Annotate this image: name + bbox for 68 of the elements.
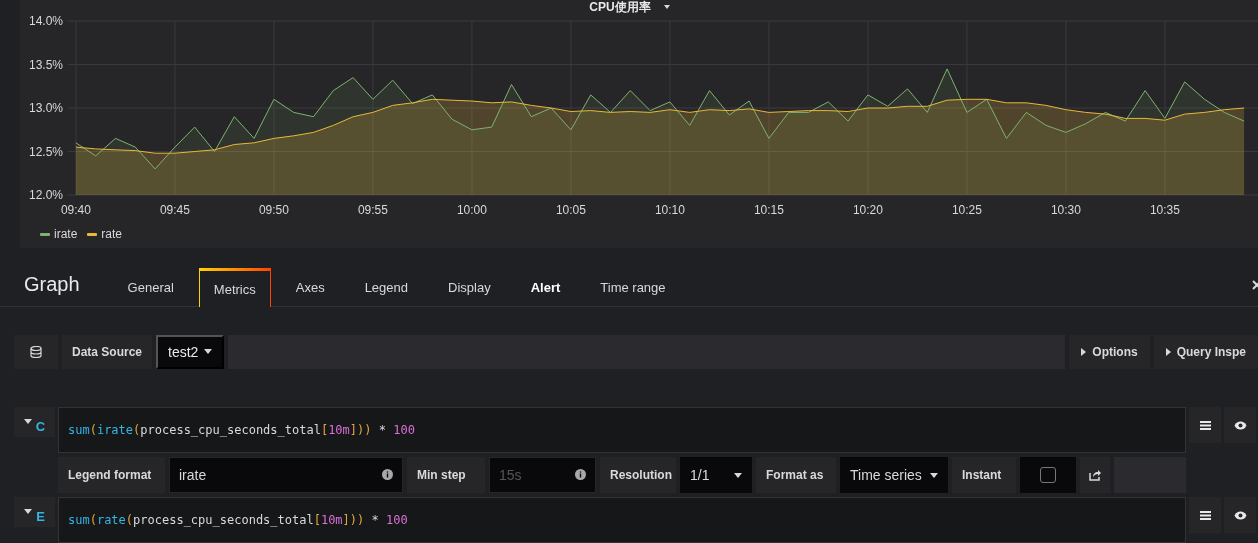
editor-tab[interactable]: Alert [515, 267, 576, 307]
axis-label: 09:40 [60, 203, 91, 217]
eye-button[interactable] [1224, 407, 1256, 443]
chart-title[interactable]: CPU使用率 [589, 0, 651, 14]
axis-label: 12.5% [28, 144, 63, 159]
triangle-icon [1165, 347, 1171, 356]
share-icon [1089, 469, 1101, 481]
menu-button[interactable] [1189, 497, 1221, 533]
axis-label: 09:55 [357, 203, 388, 217]
info-icon[interactable] [382, 469, 393, 480]
share-button[interactable] [1080, 457, 1110, 493]
caret-icon [734, 472, 742, 478]
close-icon[interactable] [1252, 280, 1258, 290]
info-icon[interactable] [575, 469, 586, 480]
editor-tab[interactable]: Time range [585, 267, 681, 307]
field-label: Legend format [58, 457, 165, 493]
field-label: Min step [407, 457, 485, 493]
caret-icon [23, 419, 32, 424]
input-field[interactable]: 15s [489, 457, 596, 493]
axis-label: 14.0% [28, 14, 63, 28]
eye-button[interactable] [1224, 497, 1256, 533]
axis-label: 10:25 [951, 203, 982, 217]
axis-label: 10:35 [1149, 203, 1180, 217]
axis-label: 09:50 [258, 203, 289, 217]
resolution-select[interactable]: 1/1 [680, 457, 752, 493]
field-label: Format as [756, 457, 836, 493]
query-toggle[interactable]: E [14, 497, 55, 527]
axis-label: 12.0% [28, 188, 63, 202]
caret-icon[interactable] [664, 5, 670, 9]
query-editor[interactable]: sum(rate(process_cpu_seconds_total[10m])) * 100 [58, 497, 1186, 543]
legend-label[interactable]: irate [54, 227, 78, 241]
axis-label: 13.5% [28, 57, 63, 72]
menu-icon [1199, 510, 1211, 520]
legend-label[interactable]: rate [101, 227, 123, 241]
editor-tab[interactable]: Axes [280, 267, 340, 307]
axis-label: 10:15 [753, 203, 784, 217]
eye-icon [1233, 420, 1247, 430]
axis-label: 10:10 [654, 203, 685, 217]
menu-icon [1199, 420, 1211, 430]
axis-label: 10:30 [1050, 203, 1081, 217]
axis-label: 13.0% [28, 101, 63, 115]
field-label: Instant [952, 457, 1016, 493]
axis-label: 09:45 [159, 203, 190, 217]
field-label: Resolution [600, 457, 676, 493]
data-source-select[interactable]: test2 [156, 334, 225, 369]
caret-icon [930, 472, 938, 478]
caret-icon [24, 509, 33, 514]
editor-tab[interactable]: Legend [349, 267, 424, 307]
axis-label: 10:05 [555, 203, 586, 217]
editor-title: Graph [23, 271, 81, 297]
axis-label: 10:20 [852, 203, 883, 217]
triangle-icon [1081, 347, 1087, 356]
editor-tab[interactable]: General [112, 267, 189, 307]
input-field[interactable]: irate [169, 457, 403, 493]
editor-tab[interactable]: Display [433, 267, 506, 307]
toolbar-button[interactable]: Options [1069, 334, 1150, 369]
menu-button[interactable] [1189, 407, 1221, 443]
database-icon [30, 345, 42, 358]
format-select[interactable]: Time series [840, 457, 948, 493]
axis-label: 10:00 [456, 203, 487, 217]
editor-tab[interactable]: Metrics [198, 267, 271, 307]
caret-icon [204, 349, 213, 355]
query-editor[interactable]: sum(irate(process_cpu_seconds_total[10m])) * 100 [58, 407, 1186, 453]
instant-checkbox[interactable] [1040, 467, 1056, 483]
field-label: Data Source [62, 334, 153, 369]
eye-icon [1233, 510, 1247, 520]
query-toggle[interactable]: C [14, 407, 55, 437]
toolbar-button[interactable]: Query Inspe [1153, 334, 1258, 369]
